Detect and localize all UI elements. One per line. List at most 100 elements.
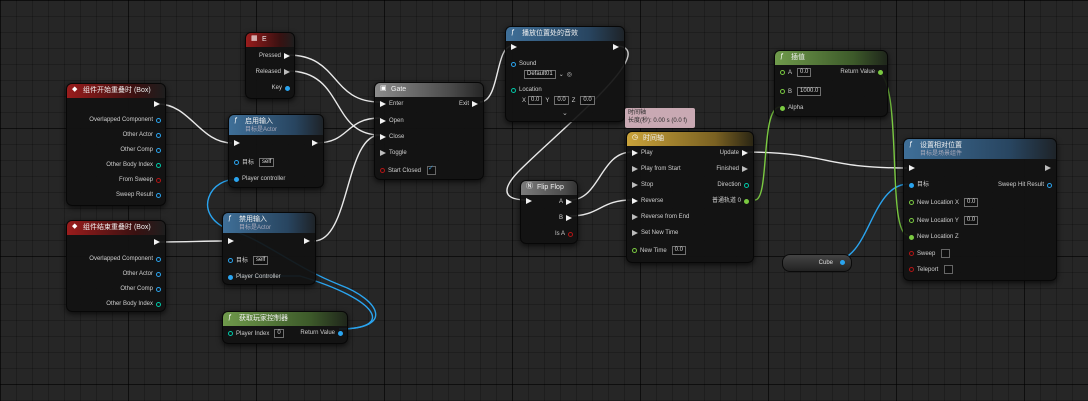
- exec-out-pin[interactable]: [1045, 165, 1051, 171]
- pin-sound[interactable]: Sound: [511, 60, 539, 68]
- pin-player-controller[interactable]: Player Controller: [228, 273, 284, 281]
- pin-target[interactable]: 目标 self: [234, 158, 275, 167]
- cube-variable-node[interactable]: Cube: [782, 254, 852, 272]
- node-header: ƒ 插值: [775, 51, 887, 65]
- pin-target[interactable]: 目标: [909, 181, 932, 189]
- location-y-field[interactable]: 0.0: [554, 96, 569, 105]
- enable-input-node[interactable]: ƒ 启用输入 目标是Actor 目标 self Player controller: [228, 114, 324, 188]
- begin-overlap-event-node[interactable]: ◆ 组件开始重叠时 (Box) Overlapped Component Othe…: [66, 83, 166, 206]
- play-sound-at-location-node[interactable]: ƒ 播放位置处的音效 Sound Default01 ⌄ ◎ Location X 0.…: [505, 26, 625, 122]
- pin-sweep-hit-result[interactable]: Sweep Hit Result: [995, 181, 1052, 189]
- exec-out-pin[interactable]: [613, 44, 619, 50]
- exec-out-pin[interactable]: [154, 239, 160, 245]
- key-e-event-node[interactable]: ▦ E Pressed Released Key: [245, 32, 295, 99]
- b-value-field[interactable]: 1000.0: [797, 87, 822, 96]
- exec-pin-icon: [909, 165, 915, 171]
- pin-open[interactable]: Open: [380, 117, 407, 125]
- get-player-controller-node[interactable]: ƒ 获取玩家控制器 Player Index 0 Return Value: [222, 311, 348, 344]
- pin-other-body-index[interactable]: Other Body Index: [103, 161, 161, 169]
- exec-out-pin[interactable]: [312, 140, 318, 146]
- end-overlap-event-node[interactable]: ◆ 组件结束重叠时 (Box) Overlapped Component Othe…: [66, 220, 166, 312]
- sweep-checkbox[interactable]: [941, 249, 951, 258]
- pin-exit[interactable]: Exit: [456, 100, 478, 108]
- pin-return-value[interactable]: Return Value: [837, 68, 883, 76]
- pin-a[interactable]: A 0.0: [780, 68, 812, 77]
- pin-location[interactable]: Location: [511, 86, 545, 94]
- pin-play-from-start[interactable]: Play from Start: [632, 165, 684, 173]
- pin-reverse[interactable]: Reverse: [632, 197, 666, 205]
- pin-sweep[interactable]: Sweep: [909, 249, 951, 258]
- pin-player-index[interactable]: Player Index 0: [228, 329, 284, 338]
- a-value-field[interactable]: 0.0: [797, 68, 812, 77]
- exec-pin-icon: [566, 199, 572, 205]
- pin-stop[interactable]: Stop: [632, 181, 656, 189]
- location-fields[interactable]: X 0.0 Y 0.0 Z 0.0: [522, 96, 595, 105]
- pin-b[interactable]: B: [556, 214, 572, 222]
- teleport-checkbox[interactable]: [944, 265, 954, 274]
- new-location-y-field[interactable]: 0.0: [963, 216, 979, 225]
- flipflop-node[interactable]: Ⓝ Flip Flop A B Is A: [520, 180, 578, 244]
- disable-input-node[interactable]: ƒ 禁用输入 目标是Actor 目标 self Player Controller: [222, 212, 316, 285]
- pin-start-closed[interactable]: Start Closed: [380, 165, 437, 175]
- pin-teleport[interactable]: Teleport: [909, 265, 954, 274]
- target-value-field[interactable]: self: [253, 256, 269, 265]
- pin-from-sweep[interactable]: From Sweep: [116, 176, 161, 184]
- pin-other-actor[interactable]: Other Actor: [120, 131, 161, 139]
- pin-close[interactable]: Close: [380, 133, 407, 141]
- node-title: E: [262, 36, 267, 43]
- new-location-x-field[interactable]: 0.0: [964, 198, 979, 207]
- set-relative-location-node[interactable]: ƒ 设置相对位置 目标是场景组件 目标 Sweep Hit Result New L…: [903, 138, 1057, 281]
- pin-update[interactable]: Update: [717, 149, 748, 157]
- exec-out-pin[interactable]: [154, 101, 160, 107]
- player-index-field[interactable]: 0: [274, 329, 284, 338]
- pin-enter[interactable]: Enter: [380, 100, 406, 108]
- exec-in-pin[interactable]: [526, 198, 532, 204]
- location-x-field[interactable]: 0.0: [528, 96, 543, 105]
- timeline-node[interactable]: ◷ 时间轴 Play Play from Start Stop Reverse R…: [626, 131, 754, 263]
- pin-released[interactable]: Released: [253, 68, 290, 76]
- gate-node[interactable]: ▣ Gate Enter Exit Open Close Toggle Start…: [374, 82, 484, 180]
- pin-new-location-x[interactable]: New Location X 0.0: [909, 198, 979, 207]
- exec-pin-icon: [566, 215, 572, 221]
- pin-set-new-time[interactable]: Set New Time: [632, 229, 681, 237]
- pin-key[interactable]: Key: [269, 84, 290, 92]
- exec-in-pin[interactable]: [511, 44, 517, 50]
- sound-asset-select[interactable]: Default01 ⌄ ◎: [522, 70, 572, 79]
- pin-return-value[interactable]: Return Value: [297, 329, 343, 337]
- pin-player-controller[interactable]: Player controller: [234, 175, 288, 183]
- pin-overlapped-component[interactable]: Overlapped Component: [86, 255, 161, 263]
- pin-new-location-y[interactable]: New Location Y 0.0: [909, 216, 979, 225]
- pin-new-time[interactable]: New Time 0.0: [632, 246, 687, 255]
- start-closed-checkbox[interactable]: [427, 165, 437, 175]
- pin-overlapped-component[interactable]: Overlapped Component: [86, 116, 161, 124]
- pin-direction[interactable]: Direction: [714, 181, 749, 189]
- pin-other-actor[interactable]: Other Actor: [120, 270, 161, 278]
- pin-pressed[interactable]: Pressed: [256, 52, 290, 60]
- new-time-field[interactable]: 0.0: [671, 246, 687, 255]
- node-title: Flip Flop: [537, 184, 564, 191]
- pin-toggle[interactable]: Toggle: [380, 149, 410, 157]
- pin-new-location-z[interactable]: New Location Z: [909, 233, 962, 241]
- object-pin-icon[interactable]: [840, 260, 845, 265]
- exec-in-pin[interactable]: [234, 140, 240, 146]
- pin-target[interactable]: 目标 self: [228, 256, 269, 265]
- exec-in-pin[interactable]: [228, 238, 234, 244]
- exec-out-pin[interactable]: [304, 238, 310, 244]
- location-z-field[interactable]: 0.0: [580, 96, 595, 105]
- pin-alpha[interactable]: Alpha: [780, 104, 806, 112]
- pin-float-track[interactable]: 普通轨道 0: [709, 197, 749, 205]
- pin-other-comp[interactable]: Other Comp: [117, 146, 161, 154]
- exec-in-pin[interactable]: [909, 165, 915, 171]
- pin-sweep-result[interactable]: Sweep Result: [113, 191, 161, 199]
- lerp-node[interactable]: ƒ 插值 A 0.0 Return Value B 1000.0 Alpha: [774, 50, 888, 117]
- expand-arrow-icon[interactable]: ⌄: [562, 109, 568, 117]
- pin-play[interactable]: Play: [632, 149, 656, 157]
- pin-reverse-from-end[interactable]: Reverse from End: [632, 213, 692, 221]
- pin-finished[interactable]: Finished: [713, 165, 748, 173]
- pin-is-a[interactable]: Is A: [552, 230, 573, 238]
- pin-b[interactable]: B 1000.0: [780, 87, 822, 96]
- pin-a[interactable]: A: [556, 198, 572, 206]
- pin-other-comp[interactable]: Other Comp: [117, 285, 161, 293]
- pin-other-body-index[interactable]: Other Body Index: [103, 300, 161, 308]
- target-value-field[interactable]: self: [259, 158, 275, 167]
